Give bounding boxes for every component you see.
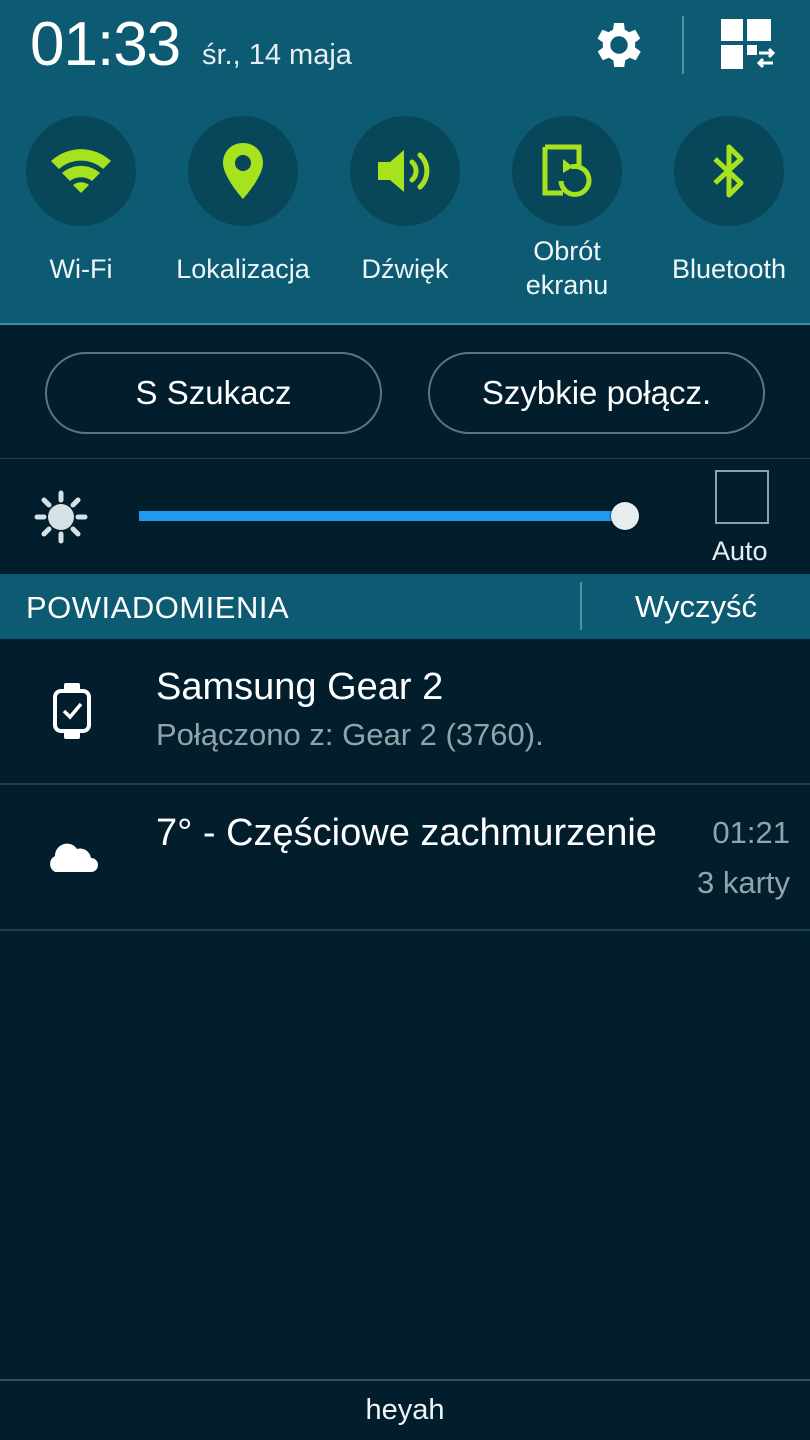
auto-brightness-checkbox[interactable] <box>715 470 769 524</box>
carrier-label: heyah <box>0 1379 810 1440</box>
clock: 01:33 <box>30 10 181 79</box>
toggle-sound-label: Dźwięk <box>361 254 449 284</box>
settings-button[interactable] <box>588 14 650 76</box>
toggle-rotate-label-line2: ekranu <box>525 270 609 300</box>
toggle-bluetooth-circle <box>674 116 784 226</box>
toggle-wifi-circle <box>26 116 136 226</box>
toggle-wifi-label: Wi-Fi <box>49 254 113 284</box>
toggle-bluetooth-label: Bluetooth <box>671 254 787 284</box>
toggle-rotate-label: Obrót ekranu <box>487 234 647 302</box>
toggle-location-label: Lokalizacja <box>176 254 310 284</box>
toggle-sound[interactable]: Dźwięk <box>330 116 480 316</box>
wifi-icon <box>51 149 111 193</box>
header-divider <box>682 16 684 74</box>
notification-gear-subtitle: Połączono z: Gear 2 (3760). <box>156 717 544 752</box>
notification-gear[interactable]: Samsung Gear 2 Połączono z: Gear 2 (3760… <box>0 639 810 785</box>
brightness-icon <box>34 490 88 544</box>
cloud-icon <box>50 843 98 872</box>
toggle-bluetooth[interactable]: Bluetooth <box>654 116 804 316</box>
notification-weather[interactable]: 7° - Częściowe zachmurzenie 01:21 3 kart… <box>0 785 810 931</box>
notification-gear-title: Samsung Gear 2 <box>156 666 444 708</box>
notification-weather-title: 7° - Częściowe zachmurzenie <box>156 812 657 854</box>
notification-gear-icon-wrap <box>40 679 104 743</box>
bluetooth-icon <box>713 144 744 198</box>
auto-brightness-label: Auto <box>712 536 768 566</box>
s-finder-button[interactable]: S Szukacz <box>45 352 382 434</box>
toggle-location[interactable]: Lokalizacja <box>168 116 318 316</box>
clear-notifications-button[interactable]: Wyczyść <box>582 574 810 639</box>
notification-weather-count: 3 karty <box>696 865 790 900</box>
toggle-rotate-circle <box>512 116 622 226</box>
toggle-wifi[interactable]: Wi-Fi <box>6 116 156 316</box>
edit-quick-settings-button[interactable] <box>716 14 778 76</box>
grid-edit-icon <box>721 19 775 69</box>
notification-shade: 01:33 śr., 14 maja Wi-Fi Lokalizacja Dźw… <box>0 0 810 1440</box>
brightness-slider-fill <box>139 511 625 521</box>
rotate-screen-icon <box>542 144 592 197</box>
toggle-rotate-label-line1: Obrót <box>533 236 601 266</box>
quick-settings-panel: 01:33 śr., 14 maja Wi-Fi Lokalizacja Dźw… <box>0 0 810 325</box>
brightness-slider[interactable] <box>139 502 639 530</box>
toggle-sound-circle <box>350 116 460 226</box>
quick-connect-button[interactable]: Szybkie połącz. <box>428 352 765 434</box>
quick-actions-row: S Szukacz Szybkie połącz. <box>0 327 810 459</box>
location-pin-icon <box>223 143 263 199</box>
date: śr., 14 maja <box>202 39 352 71</box>
smartwatch-icon <box>53 683 91 739</box>
brightness-slider-thumb[interactable] <box>611 502 639 530</box>
brightness-row: Auto <box>0 460 810 574</box>
notification-weather-icon-wrap <box>40 825 104 889</box>
speaker-icon <box>378 150 430 192</box>
notification-weather-time: 01:21 <box>712 815 790 850</box>
gear-icon <box>597 23 641 67</box>
toggle-rotate[interactable]: Obrót ekranu <box>492 116 642 316</box>
notifications-header: POWIADOMIENIA Wyczyść <box>0 574 810 639</box>
toggle-location-circle <box>188 116 298 226</box>
notifications-title: POWIADOMIENIA <box>26 590 290 625</box>
